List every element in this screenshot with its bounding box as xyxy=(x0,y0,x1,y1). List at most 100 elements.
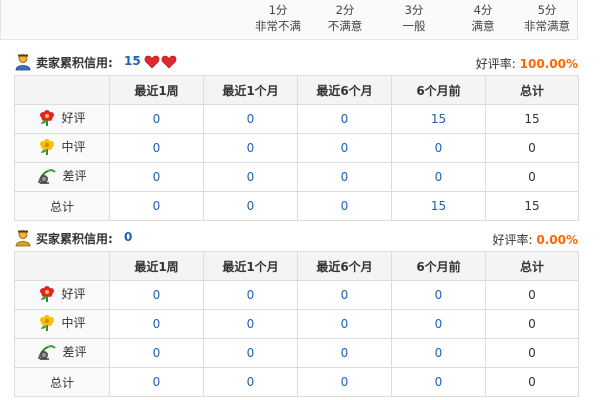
cell-total: 15 xyxy=(485,104,579,134)
cell-value: 0 xyxy=(391,162,486,192)
table-header-row: 最近1周 最近1个月 最近6个月 6个月前 总计 xyxy=(14,75,579,105)
cell-value: 15 xyxy=(391,104,486,134)
column-header: 最近6个月 xyxy=(297,251,392,281)
cell-value: 0 xyxy=(203,309,298,339)
table-row: 好评 0 0 0 0 0 xyxy=(14,280,579,310)
cell-value: 0 xyxy=(391,133,486,163)
cell-total: 0 xyxy=(485,309,579,339)
scale-score: 2分 xyxy=(335,3,355,17)
scale-label: 非常不满 xyxy=(255,19,301,33)
cell-value: 0 xyxy=(391,309,486,339)
scale-score: 3分 xyxy=(404,3,424,17)
row-header-bad: 差评 xyxy=(14,338,110,368)
cell-value: 0 xyxy=(109,133,204,163)
column-header: 最近1个月 xyxy=(203,75,298,105)
scale-item-5: 5分 非常满意 xyxy=(517,2,577,34)
column-header: 最近6个月 xyxy=(297,75,392,105)
row-label: 中评 xyxy=(61,140,86,155)
row-header-total: 总计 xyxy=(14,367,110,397)
buyer-credit-title: 买家累积信用: xyxy=(36,232,113,246)
table-row: 差评 0 0 0 0 0 xyxy=(14,162,579,192)
column-header: 总计 xyxy=(485,251,579,281)
cell-total: 15 xyxy=(485,191,579,221)
cell-total: 0 xyxy=(485,338,579,368)
column-header: 最近1个月 xyxy=(203,251,298,281)
table-row: 中评 0 0 0 0 0 xyxy=(14,133,579,163)
table-row: 总计 0 0 0 15 15 xyxy=(14,191,579,221)
column-header: 最近1周 xyxy=(109,251,204,281)
buyer-credit-value: 0 xyxy=(124,230,133,244)
row-label: 好评 xyxy=(61,111,86,126)
row-header-total: 总计 xyxy=(14,191,110,221)
row-label: 好评 xyxy=(61,287,86,302)
scale-score: 1分 xyxy=(268,3,288,17)
cell-value: 0 xyxy=(203,191,298,221)
column-header: 6个月前 xyxy=(391,75,486,105)
cell-value: 0 xyxy=(297,280,392,310)
corner-cell xyxy=(14,251,110,281)
row-header-bad: 差评 xyxy=(14,162,110,192)
buyer-rate-label: 好评率: xyxy=(492,233,533,247)
scale-item-1: 1分 非常不满 xyxy=(248,2,308,34)
row-header-good: 好评 xyxy=(14,104,110,134)
row-header-good: 好评 xyxy=(14,280,110,310)
cell-value: 0 xyxy=(297,162,392,192)
scale-score: 4分 xyxy=(473,3,493,17)
cell-value: 0 xyxy=(391,367,486,397)
cell-value: 0 xyxy=(203,104,298,134)
red-flower-icon xyxy=(40,109,55,126)
scale-item-4: 4分 满意 xyxy=(453,2,513,34)
buyer-credit-table: 最近1周 最近1个月 最近6个月 6个月前 总计 好评 0 0 0 0 0 中评… xyxy=(14,251,579,397)
scale-score: 5分 xyxy=(537,3,557,17)
row-header-neutral: 中评 xyxy=(14,309,110,339)
cell-value: 0 xyxy=(297,104,392,134)
rating-scale: 1分 非常不满 2分 不满意 3分 一般 4分 满意 5分 非常满意 xyxy=(0,0,578,40)
seller-credit-value: 15 xyxy=(124,54,141,68)
table-row: 总计 0 0 0 0 0 xyxy=(14,367,579,397)
seller-credit-header: 卖家累积信用: 15 好评率: 100.00% xyxy=(14,52,578,72)
seller-rate-value: 100.00% xyxy=(519,57,578,71)
seller-rate-label: 好评率: xyxy=(475,57,516,71)
cell-value: 0 xyxy=(297,367,392,397)
cell-value: 0 xyxy=(297,309,392,339)
cell-value: 0 xyxy=(109,162,204,192)
table-row: 差评 0 0 0 0 0 xyxy=(14,338,579,368)
scale-label: 不满意 xyxy=(327,19,363,33)
red-flower-icon xyxy=(40,285,55,302)
cell-total: 0 xyxy=(485,280,579,310)
buyer-positive-rate: 好评率: 0.00% xyxy=(492,231,578,248)
cell-total: 0 xyxy=(485,133,579,163)
cell-value: 0 xyxy=(391,338,486,368)
cell-value: 0 xyxy=(109,280,204,310)
cell-value: 0 xyxy=(203,367,298,397)
cell-value: 0 xyxy=(109,309,204,339)
yellow-flower-icon xyxy=(40,138,55,155)
buyer-credit-header: 买家累积信用: 0 好评率: 0.00% xyxy=(14,228,578,248)
cell-value: 0 xyxy=(297,338,392,368)
scale-label: 一般 xyxy=(402,19,426,33)
cell-value: 0 xyxy=(391,280,486,310)
yellow-flower-icon xyxy=(40,314,55,331)
bad-rating-icon xyxy=(38,344,57,360)
cell-total: 0 xyxy=(485,162,579,192)
cell-value: 0 xyxy=(297,191,392,221)
table-row: 中评 0 0 0 0 0 xyxy=(14,309,579,339)
cell-value: 0 xyxy=(297,133,392,163)
row-label: 差评 xyxy=(62,345,87,360)
scale-label: 非常满意 xyxy=(524,19,570,33)
seller-hearts-icon xyxy=(144,55,178,72)
cell-value: 0 xyxy=(109,338,204,368)
buyer-rate-value: 0.00% xyxy=(536,233,578,247)
seller-positive-rate: 好评率: 100.00% xyxy=(476,55,578,72)
row-header-neutral: 中评 xyxy=(14,133,110,163)
seller-person-icon xyxy=(14,53,32,74)
column-header: 总计 xyxy=(485,75,579,105)
column-header: 6个月前 xyxy=(391,251,486,281)
cell-value: 0 xyxy=(109,191,204,221)
cell-value: 0 xyxy=(109,367,204,397)
corner-cell xyxy=(14,75,110,105)
scale-item-2: 2分 不满意 xyxy=(315,2,375,34)
column-header: 最近1周 xyxy=(109,75,204,105)
cell-value: 15 xyxy=(391,191,486,221)
seller-credit-title: 卖家累积信用: xyxy=(36,56,113,70)
